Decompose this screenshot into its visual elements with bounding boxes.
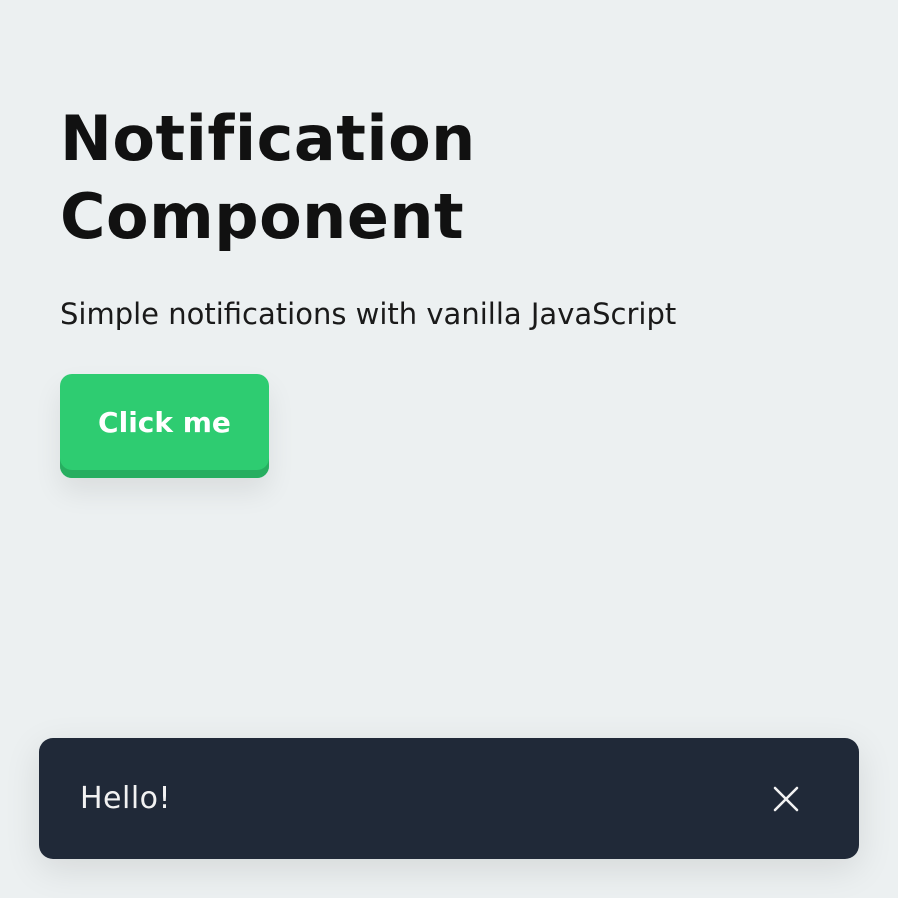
click-me-button[interactable]: Click me bbox=[60, 374, 269, 478]
notification-toast: Hello! bbox=[39, 738, 859, 859]
notification-message: Hello! bbox=[80, 781, 172, 816]
close-icon[interactable] bbox=[769, 782, 803, 816]
page-subtitle: Simple notifications with vanilla JavaSc… bbox=[60, 297, 677, 331]
main-content: Notification Component Simple notificati… bbox=[60, 100, 820, 332]
page-title: Notification Component bbox=[60, 102, 476, 253]
